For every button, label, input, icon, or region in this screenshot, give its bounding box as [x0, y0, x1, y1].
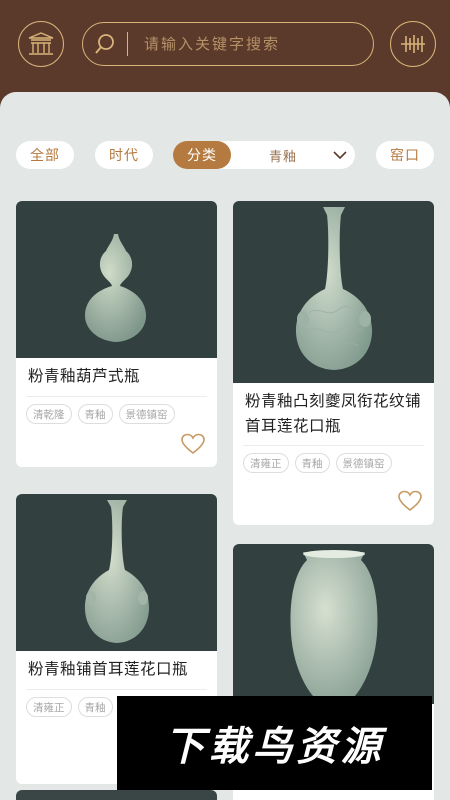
- filter-kiln[interactable]: 窑口: [376, 141, 434, 169]
- artifact-image: [233, 544, 434, 704]
- chevron-down-icon: [325, 150, 355, 160]
- tag-list: 清乾隆 青釉 景德镇窑: [26, 404, 175, 424]
- filter-era[interactable]: 时代: [95, 141, 153, 169]
- palace-icon: [28, 32, 54, 55]
- tag-era: 清雍正: [243, 453, 289, 473]
- artifact-image: [16, 201, 217, 358]
- filter-category[interactable]: 分类 青釉: [173, 141, 355, 169]
- app-header: [0, 0, 450, 92]
- tag-category: 青釉: [77, 404, 113, 424]
- filter-bar: 全部 时代 分类 青釉 窑口: [0, 141, 450, 169]
- divider: [26, 396, 207, 397]
- content-panel: 全部 时代 分类 青釉 窑口 粉青釉葫芦式瓶 清乾隆 青釉 景德镇窑 粉青釉凸刻…: [0, 92, 450, 800]
- divider: [243, 445, 424, 446]
- tag-era: 清雍正: [26, 697, 72, 717]
- tag-category: 青釉: [77, 697, 113, 717]
- search-icon: [83, 22, 127, 66]
- heart-icon[interactable]: [398, 490, 422, 512]
- scan-button[interactable]: [390, 21, 436, 67]
- search-divider: [127, 32, 128, 56]
- artifact-image: [16, 790, 217, 800]
- heart-icon[interactable]: [181, 433, 205, 455]
- barcode-scan-icon: [401, 35, 425, 53]
- watermark-text: 下载鸟资源: [164, 724, 385, 770]
- search-input[interactable]: [144, 35, 354, 53]
- tag-kiln: 景德镇窑: [335, 453, 392, 473]
- artifact-title: 粉青釉铺首耳莲花口瓶: [28, 660, 189, 678]
- artifact-title: 粉青釉葫芦式瓶: [28, 367, 141, 385]
- tag-category: 青釉: [294, 453, 330, 473]
- artifact-image: [16, 494, 217, 651]
- tag-list: 清雍正 青釉: [26, 697, 113, 717]
- watermark-banner: 下载鸟资源: [117, 696, 432, 790]
- artifact-card[interactable]: [16, 790, 217, 800]
- artifact-card[interactable]: 粉青釉凸刻夔凤衔花纹铺首耳莲花口瓶 清雍正 青釉 景德镇窑: [233, 201, 434, 525]
- tag-kiln: 景德镇窑: [118, 404, 175, 424]
- palace-button[interactable]: [18, 21, 64, 67]
- search-bar[interactable]: [82, 22, 374, 66]
- filter-all[interactable]: 全部: [16, 141, 74, 169]
- artifact-image: [233, 201, 434, 383]
- tag-list: 清雍正 青釉 景德镇窑: [243, 453, 392, 473]
- tag-era: 清乾隆: [26, 404, 72, 424]
- category-value: 青釉: [268, 149, 297, 165]
- category-tag: 分类: [173, 141, 231, 169]
- artifact-card[interactable]: 粉青釉葫芦式瓶 清乾隆 青釉 景德镇窑: [16, 201, 217, 467]
- divider: [26, 689, 207, 690]
- artifact-title: 粉青釉凸刻夔凤衔花纹铺首耳莲花口瓶: [245, 392, 422, 435]
